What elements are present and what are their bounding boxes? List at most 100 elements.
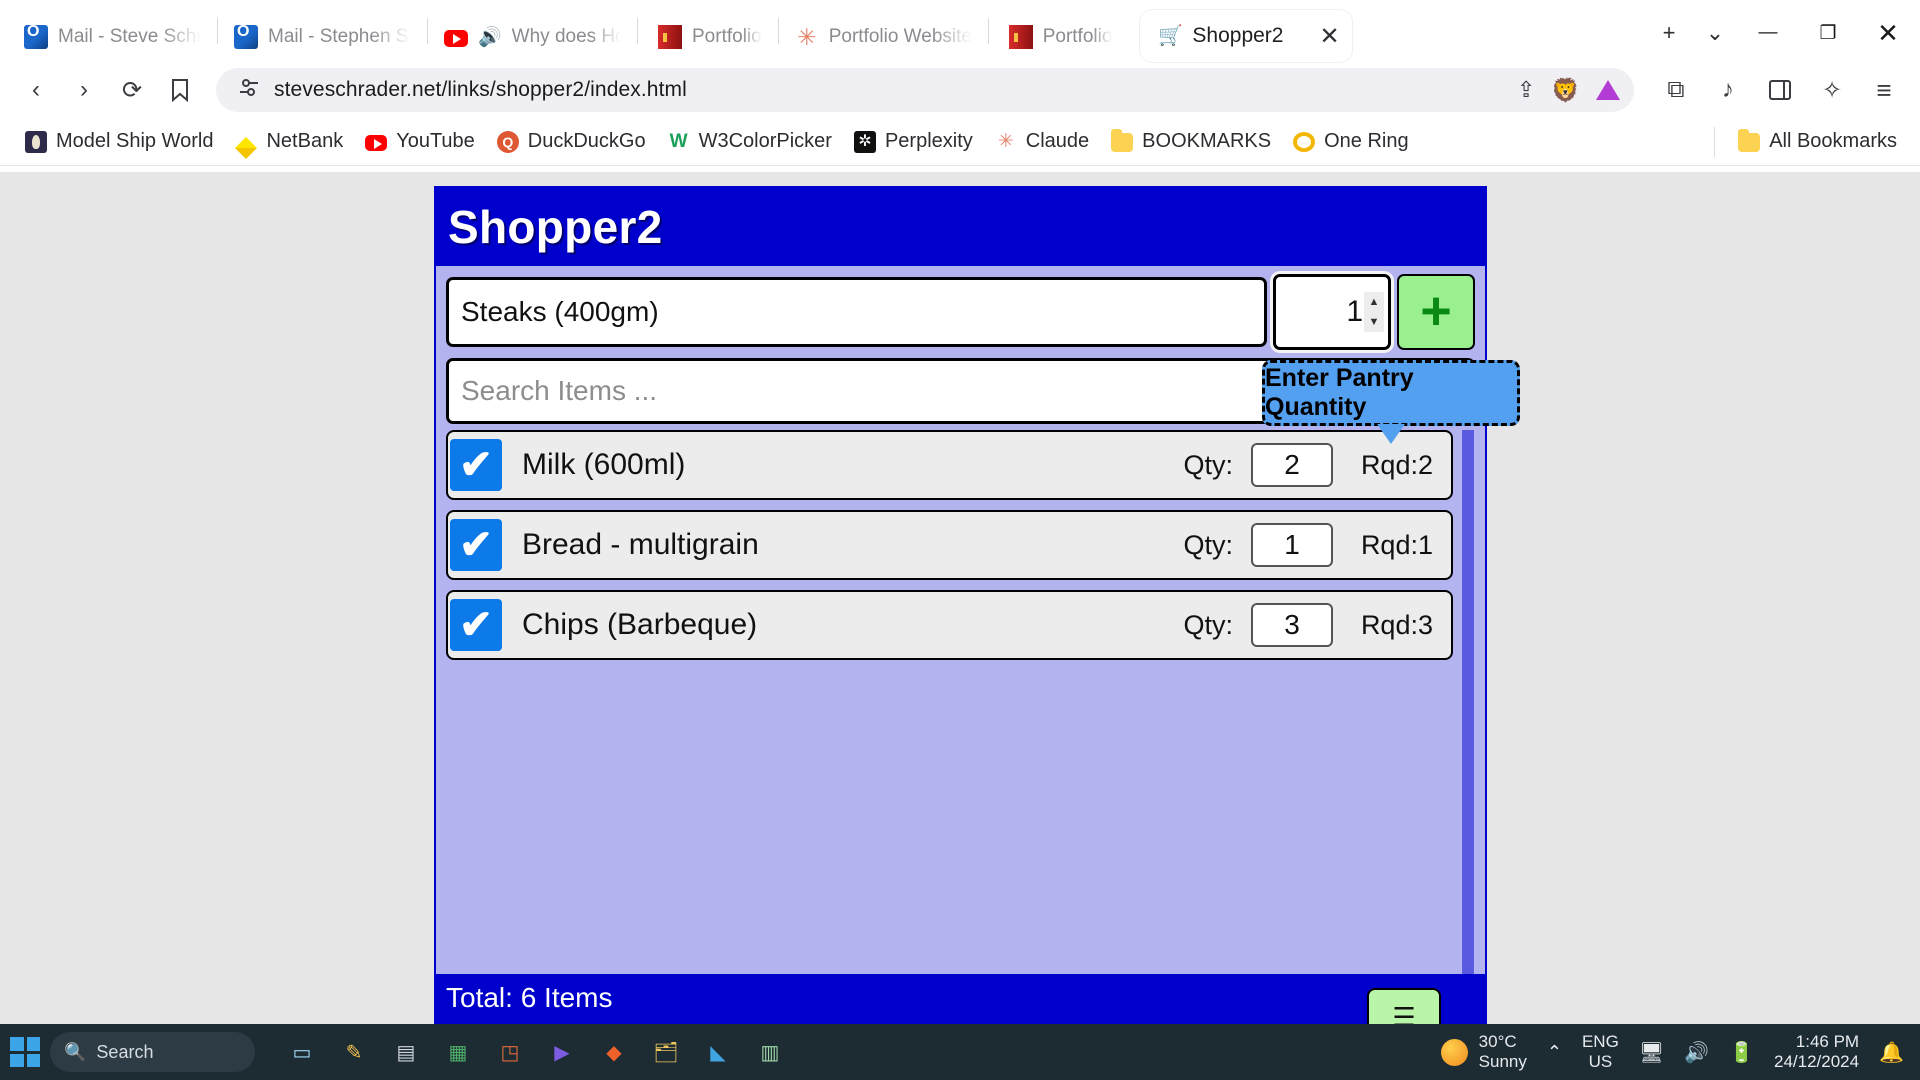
list-item[interactable]: Bread - multigrain Qty: 1 Rqd:1 [446, 510, 1453, 580]
item-required-label: Rqd:1 [1360, 529, 1433, 560]
reload-icon[interactable]: ⟳ [110, 68, 154, 112]
sidebar-icon[interactable] [1758, 68, 1802, 112]
rewards-icon[interactable]: ✧ [1810, 68, 1854, 112]
book-icon [1008, 25, 1033, 49]
forward-icon[interactable]: › [62, 68, 106, 112]
app-header: Shopper2 [436, 188, 1485, 266]
bookmark-label: Model Ship World [56, 130, 214, 152]
close-window-button[interactable]: ✕ [1860, 10, 1916, 56]
taskbar-left: 🔍 Search ▭ ✎ ▤ ▦ ◳ ▶ ◆ 🗂 ◣ ▥ [0, 1032, 787, 1072]
tab-mail-steve[interactable]: Mail - Steve Schra [10, 12, 215, 62]
taskbar-search[interactable]: 🔍 Search [50, 1032, 255, 1072]
item-required-label: Rqd:2 [1360, 449, 1433, 480]
qty-label: Qty: [1183, 609, 1233, 640]
menu-icon[interactable]: ≡ [1862, 68, 1906, 112]
tab-youtube-video[interactable]: 🔊 Why does Ho [430, 12, 635, 62]
item-controls: Qty: 2 Rqd:2 [1183, 443, 1451, 487]
powerpoint-icon[interactable]: ◳ [493, 1035, 527, 1069]
calculator-icon[interactable]: ▦ [441, 1035, 475, 1069]
new-tab-button[interactable]: + [1648, 12, 1690, 54]
network-icon[interactable]: 🖥 [1639, 1040, 1664, 1065]
tab-portfolio-1[interactable]: Portfolio [640, 12, 776, 62]
bookmark-one-ring[interactable]: One Ring [1284, 125, 1418, 158]
scrollbar-thumb[interactable] [1462, 430, 1474, 974]
language-indicator[interactable]: ENG US [1582, 1032, 1619, 1071]
vscode-icon[interactable]: ◣ [701, 1035, 735, 1069]
address-bar[interactable]: steveschrader.net/links/shopper2/index.h… [216, 68, 1634, 112]
list-item[interactable]: Chips (Barbeque) Qty: 3 Rqd:3 [446, 590, 1453, 660]
duckduckgo-icon: Q [496, 130, 519, 153]
maximize-button[interactable]: ❐ [1800, 10, 1856, 56]
bookmark-icon[interactable] [158, 68, 202, 112]
leo-ai-icon[interactable] [1596, 80, 1620, 100]
pantry-quantity-stepper[interactable]: 1 ▲ ▼ [1273, 274, 1391, 350]
bookmark-label: W3ColorPicker [698, 130, 832, 152]
list-item[interactable]: Milk (600ml) Qty: 2 Rqd:2 [446, 430, 1453, 500]
bookmark-folder-bookmarks[interactable]: BOOKMARKS [1102, 125, 1280, 158]
tab-label: Why does Ho [511, 26, 621, 47]
close-icon[interactable]: ✕ [1319, 22, 1339, 51]
item-checkbox[interactable] [450, 599, 502, 651]
perplexity-icon: ✲ [853, 130, 876, 153]
item-checkbox[interactable] [450, 439, 502, 491]
bookmark-youtube[interactable]: YouTube [356, 125, 484, 158]
bookmark-claude[interactable]: ✳ Claude [986, 125, 1098, 158]
stepper-down-icon[interactable]: ▼ [1364, 312, 1384, 332]
list-scrollbar[interactable] [1461, 430, 1475, 974]
stepper-up-icon[interactable]: ▲ [1364, 292, 1384, 312]
item-qty-input[interactable]: 3 [1251, 603, 1333, 647]
windows-taskbar: 🔍 Search ▭ ✎ ▤ ▦ ◳ ▶ ◆ 🗂 ◣ ▥ 30°C Sunny … [0, 1024, 1920, 1080]
volume-icon[interactable]: 🔊 [1684, 1040, 1709, 1065]
all-bookmarks-label: All Bookmarks [1769, 130, 1897, 152]
back-icon[interactable]: ‹ [14, 68, 58, 112]
taskbar-clock[interactable]: 1:46 PM 24/12/2024 [1774, 1032, 1859, 1073]
media-player-icon[interactable]: ▶ [545, 1035, 579, 1069]
language-line2: US [1588, 1052, 1613, 1071]
tab-mail-stephen[interactable]: Mail - Stephen Sc [220, 12, 425, 62]
item-name-input[interactable]: Steaks (400gm) [446, 277, 1267, 347]
bookmark-duckduckgo[interactable]: Q DuckDuckGo [488, 125, 655, 158]
brave-icon[interactable]: ◆ [597, 1035, 631, 1069]
brave-shields-icon[interactable]: 🦁 [1551, 77, 1580, 104]
clock-date: 24/12/2024 [1774, 1052, 1860, 1071]
youtube-icon [365, 135, 388, 151]
toolbar-actions: ⧉ ♪ ✧ ≡ [1654, 68, 1906, 112]
file-explorer-icon[interactable]: 🗂 [649, 1035, 683, 1069]
editor-icon[interactable]: ▥ [753, 1035, 787, 1069]
item-checkbox[interactable] [450, 519, 502, 571]
item-required-label: Rqd:3 [1360, 609, 1433, 640]
ship-badge-icon [25, 130, 47, 153]
w3schools-icon: W [669, 130, 688, 152]
tab-portfolio-2[interactable]: Portfolio [991, 12, 1127, 62]
notepad-icon[interactable]: ✎ [337, 1035, 371, 1069]
extensions-icon[interactable]: ⧉ [1654, 68, 1698, 112]
music-icon[interactable]: ♪ [1706, 68, 1750, 112]
item-qty-input[interactable]: 2 [1251, 443, 1333, 487]
minimize-button[interactable]: — [1740, 10, 1796, 56]
tab-portfolio-website[interactable]: ✳ Portfolio Website [781, 12, 986, 62]
stepper-arrows[interactable]: ▲ ▼ [1364, 292, 1384, 332]
tab-divider [777, 18, 779, 44]
tab-shopper2-active[interactable]: 🛒 Shopper2 ✕ [1140, 10, 1352, 62]
start-button[interactable] [10, 1037, 40, 1067]
all-bookmarks-button[interactable]: All Bookmarks [1729, 125, 1906, 158]
notifications-icon[interactable]: 🔔 [1879, 1040, 1904, 1065]
bookmark-model-ship-world[interactable]: Model Ship World [16, 125, 222, 158]
terminal-icon[interactable]: ▤ [389, 1035, 423, 1069]
bookmark-w3colorpicker[interactable]: W W3ColorPicker [659, 125, 841, 158]
share-icon[interactable]: ⇪ [1517, 77, 1535, 103]
add-item-button[interactable]: + [1397, 274, 1475, 350]
divider [1714, 126, 1716, 157]
show-hidden-icons-chevron-icon[interactable]: ⌃ [1547, 1042, 1562, 1063]
netbank-diamond-icon [235, 126, 258, 159]
add-item-row: Steaks (400gm) 1 ▲ ▼ + [436, 266, 1485, 354]
item-qty-input[interactable]: 1 [1251, 523, 1333, 567]
bookmark-perplexity[interactable]: ✲ Perplexity [845, 125, 982, 158]
task-view-icon[interactable]: ▭ [285, 1035, 319, 1069]
weather-widget[interactable]: 30°C Sunny [1440, 1032, 1527, 1071]
site-settings-icon[interactable] [238, 77, 260, 104]
app-footer: Total: 6 Items ☰ [436, 974, 1485, 1046]
battery-icon[interactable]: 🔋 [1729, 1040, 1754, 1065]
bookmark-netbank[interactable]: NetBank [226, 125, 352, 159]
tab-search-button[interactable]: ⌄ [1694, 12, 1736, 54]
